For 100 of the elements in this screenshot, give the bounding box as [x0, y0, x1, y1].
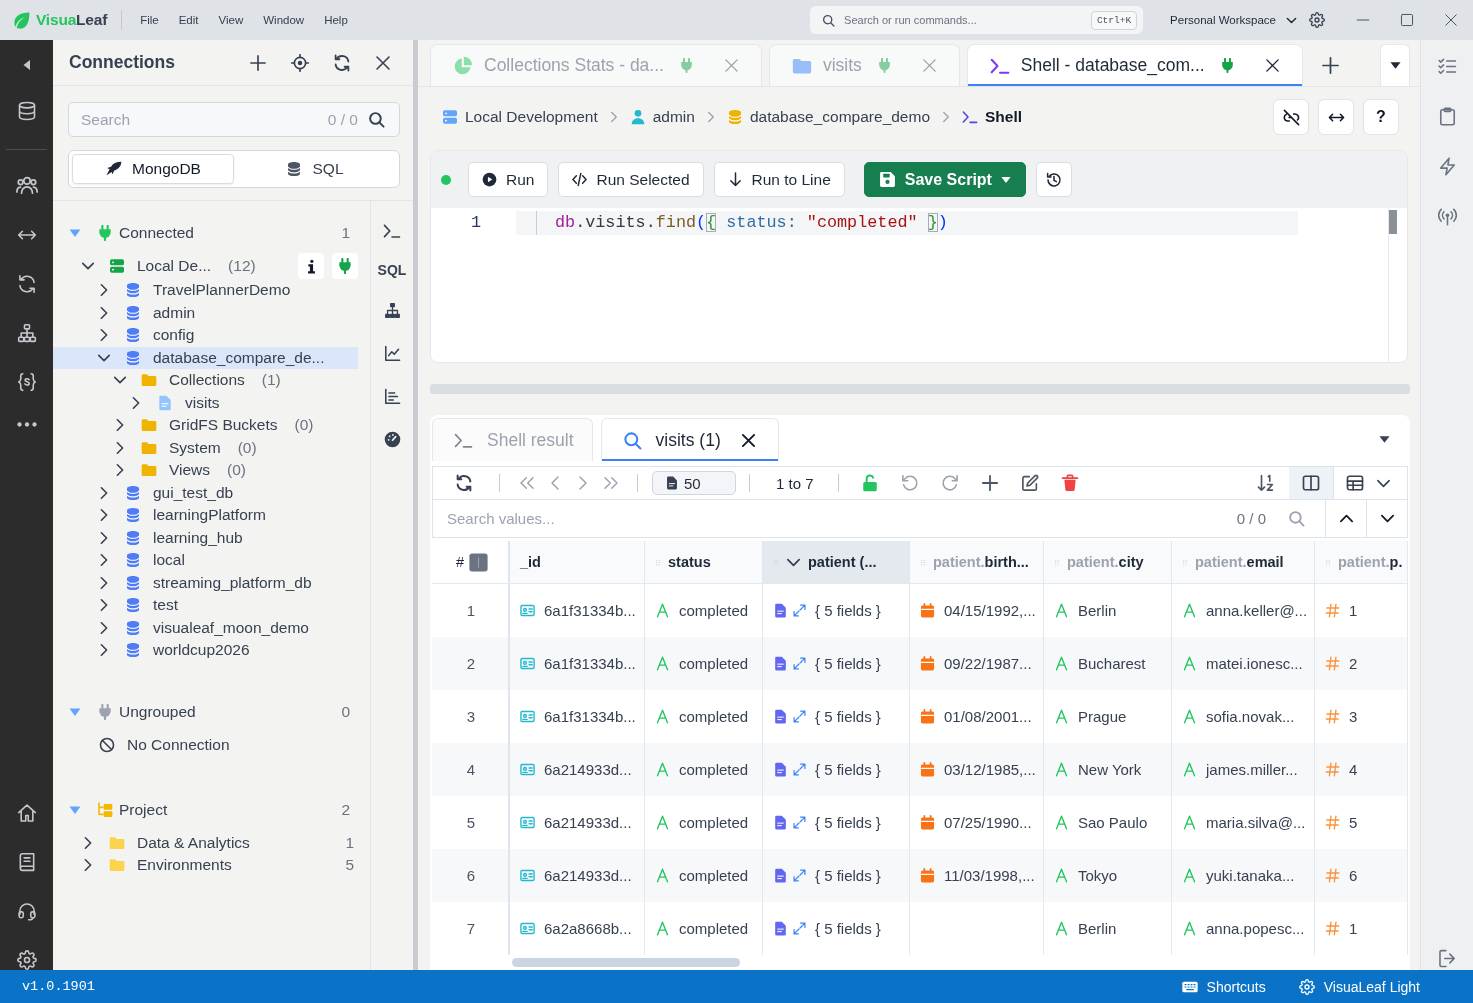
close-icon[interactable]: [1264, 58, 1280, 73]
tree-item[interactable]: database_compare_de...: [53, 346, 358, 369]
tab-list-dropdown[interactable]: [1380, 44, 1410, 86]
db-type-tab[interactable]: MongoDB: [72, 154, 234, 184]
sync-icon[interactable]: [333, 53, 351, 72]
db-type-tab[interactable]: SQL: [234, 154, 396, 184]
info-button[interactable]: [298, 253, 324, 279]
menu-item[interactable]: Help: [314, 10, 358, 30]
sync-icon[interactable]: [16, 274, 37, 294]
save-script-button[interactable]: Save Script: [863, 162, 1026, 197]
database-icon[interactable]: [16, 101, 37, 121]
plus-icon[interactable]: [249, 53, 267, 72]
clipboard-icon[interactable]: [1437, 107, 1457, 126]
menu-item[interactable]: File: [130, 10, 169, 30]
settings-icon[interactable]: [1309, 12, 1325, 28]
breadcrumb-item[interactable]: admin: [629, 108, 695, 126]
tree-item[interactable]: Environments 5: [53, 854, 358, 877]
run-selected-button[interactable]: Run Selected: [558, 162, 704, 197]
tree-item[interactable]: visits: [53, 391, 358, 414]
close-icon[interactable]: [740, 432, 756, 448]
lightning-icon[interactable]: [1437, 157, 1457, 176]
sitemap-icon[interactable]: [383, 302, 401, 319]
resize-handle[interactable]: [430, 384, 1410, 394]
width-toggle-button[interactable]: [1318, 99, 1354, 135]
shortcuts-button[interactable]: Shortcuts: [1181, 978, 1266, 995]
close-icon[interactable]: [375, 54, 391, 71]
trash-icon[interactable]: [1060, 474, 1079, 492]
menu-item[interactable]: Window: [253, 10, 315, 30]
scrollbar-thumb[interactable]: [1389, 210, 1397, 234]
home-icon[interactable]: [16, 803, 37, 823]
sitemap-icon[interactable]: [16, 323, 37, 343]
gauge-icon[interactable]: [383, 431, 401, 448]
menu-item[interactable]: Edit: [168, 10, 209, 30]
checklist-icon[interactable]: [1437, 57, 1457, 76]
sql-tool[interactable]: SQL: [377, 262, 407, 278]
table-icon[interactable]: [1346, 474, 1364, 492]
tree-item[interactable]: config: [53, 324, 358, 347]
tree-item[interactable]: Collections (1): [53, 369, 358, 392]
result-tab[interactable]: visits (1): [600, 418, 779, 461]
command-search-input[interactable]: Search or run commands...: [844, 14, 1082, 26]
breadcrumb-item[interactable]: database_compare_demo: [726, 108, 931, 126]
column-header[interactable]: status: [645, 541, 763, 584]
headset-icon[interactable]: [16, 901, 37, 921]
braces-icon[interactable]: [16, 372, 37, 392]
sign-out-icon[interactable]: [1437, 949, 1457, 968]
plus-icon[interactable]: [1320, 55, 1340, 75]
menu-item[interactable]: View: [208, 10, 254, 30]
breadcrumb-item[interactable]: Local Development: [442, 108, 598, 126]
search-bar[interactable]: Search values... 0 / 0: [432, 500, 1408, 538]
run-to-line-button[interactable]: Run to Line: [713, 162, 845, 197]
column-header[interactable]: patient.birth...: [910, 541, 1044, 584]
history-button[interactable]: [1035, 162, 1072, 197]
run-button[interactable]: Run: [468, 162, 549, 197]
line-chart-icon[interactable]: [383, 345, 401, 362]
columns-toggle[interactable]: [1289, 467, 1333, 499]
bar-chart-icon[interactable]: [383, 388, 401, 405]
plus-icon[interactable]: [980, 474, 999, 492]
theme-button[interactable]: VisuaLeaf Light: [1298, 978, 1420, 995]
tree-item[interactable]: worldcup2026: [53, 639, 358, 662]
command-search-field[interactable]: Search or run commands... Ctrl+K: [810, 6, 1144, 34]
broadcast-icon[interactable]: [1437, 207, 1457, 226]
tree-item[interactable]: streaming_platform_db: [53, 571, 358, 594]
group-header[interactable]: Connected 1: [53, 217, 358, 249]
connect-button[interactable]: [332, 253, 358, 279]
tree-item[interactable]: Views (0): [53, 459, 358, 482]
caret-down-icon[interactable]: [1379, 434, 1390, 445]
column-header[interactable]: _id: [510, 541, 645, 584]
toggle-icon[interactable]: [469, 552, 489, 572]
help-button[interactable]: ?: [1363, 99, 1399, 135]
more-icon[interactable]: [16, 421, 37, 428]
tree-item[interactable]: GridFS Buckets (0): [53, 414, 358, 437]
refresh-icon[interactable]: [455, 474, 473, 492]
column-header[interactable]: patient (...: [763, 541, 910, 584]
target-icon[interactable]: [291, 53, 309, 72]
search-input[interactable]: Search: [81, 110, 318, 129]
search-values-field[interactable]: Search values...: [447, 500, 1237, 537]
tree-item[interactable]: visualeaf_moon_demo: [53, 616, 358, 639]
tree-item[interactable]: System (0): [53, 436, 358, 459]
tree-item[interactable]: TravelPlannerDemo: [53, 279, 358, 302]
workspace-dropdown[interactable]: Personal Workspace: [1170, 14, 1297, 26]
column-header[interactable]: patient.city: [1044, 541, 1172, 584]
tree-item[interactable]: learningPlatform: [53, 504, 358, 527]
users-icon[interactable]: [15, 174, 38, 196]
maximize-icon[interactable]: [1400, 13, 1414, 27]
column-header[interactable]: patient.p.: [1315, 541, 1408, 584]
terminal-icon[interactable]: [383, 222, 401, 240]
column-header[interactable]: patient.email: [1172, 541, 1315, 584]
tree-item[interactable]: learning_hub: [53, 526, 358, 549]
group-header[interactable]: Ungrouped 0: [53, 695, 358, 728]
tree-item[interactable]: Data & Analytics 1: [53, 831, 358, 854]
unlink-button[interactable]: [1273, 99, 1309, 135]
breadcrumb-item[interactable]: Shell: [962, 108, 1023, 126]
editor-tab[interactable]: Shell - database_com...: [966, 44, 1303, 86]
page-size-field[interactable]: 50: [652, 471, 736, 495]
edit-icon[interactable]: [1020, 474, 1039, 492]
scrollbar-thumb[interactable]: [512, 958, 740, 967]
tree-item[interactable]: Local De... (12): [53, 253, 358, 279]
group-header[interactable]: Project 2: [53, 793, 358, 826]
tree-item[interactable]: test: [53, 594, 358, 617]
tree-item[interactable]: local: [53, 549, 358, 572]
